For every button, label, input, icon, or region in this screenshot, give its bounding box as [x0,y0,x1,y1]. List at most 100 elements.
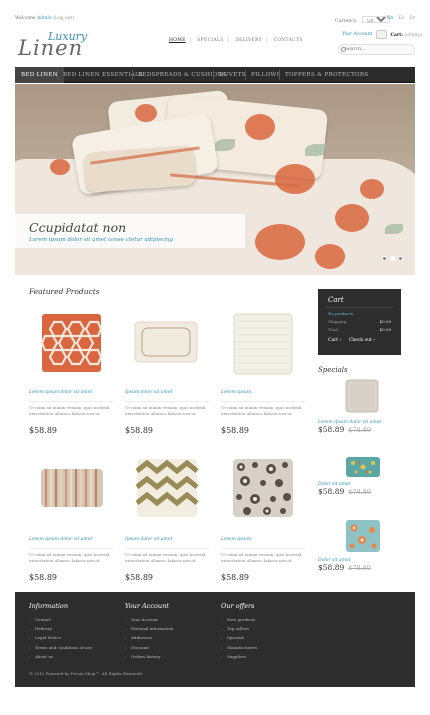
slider-dot[interactable] [382,256,387,261]
lang-fr[interactable]: Fr [410,16,415,21]
menu-duvets[interactable]: DUVETS [219,67,246,83]
leaf-pattern [385,224,403,234]
footer-offers-column: Our offers New products Top sellers Spec… [221,602,257,661]
product-name-link[interactable]: Ipsum dolor sit amet [125,390,172,395]
product-name-link[interactable]: Lorem ipsum dolor sit amet [29,537,92,542]
cart-block: Cart No products Shipping $0.00 Total $0… [318,289,401,355]
search-icon[interactable] [341,47,346,52]
logo-linen-text: Linen [18,36,84,60]
logout-link[interactable]: (Log out) [53,16,74,21]
special-item[interactable]: Dolor sit amet $58.89 $78.89 [318,454,408,496]
menu-divider [245,70,246,80]
footer-link[interactable]: Suppliers [221,652,257,661]
floral-pattern [275,164,315,194]
bordered-pillow-image[interactable] [125,306,210,376]
product-name-link[interactable]: Lorem ipsum [221,537,251,542]
cart-state: (empty) [404,33,423,38]
hexagon-pillow-image[interactable] [29,306,114,376]
cart-block-title: Cart [328,296,344,304]
checkout-button[interactable]: Check out › [349,338,375,343]
slider-subtitle: Lorem ipsum dolor sit amet conse ctetur … [29,237,173,243]
your-account-link[interactable]: Your Account [342,32,372,37]
divider [221,548,306,549]
footer-link[interactable]: Discount [125,643,173,652]
footer-link[interactable]: Delivery [29,624,92,633]
floral-pattern [245,114,275,140]
user-name-link[interactable]: Admin [37,16,52,21]
footer-link[interactable]: About us [29,652,92,661]
cart-empty-text: No products [328,311,354,316]
slider-dot-active[interactable] [390,256,395,261]
shipping-label: Shipping [328,319,347,324]
footer-link[interactable]: Legal Notice [29,633,92,642]
special-teal-pillow-image[interactable] [318,454,408,480]
chevron-pillow-image[interactable] [125,453,210,523]
leaf-pattern [215,139,235,151]
product-price: $58.89 [125,426,153,435]
menu-divider [213,70,214,80]
footer-column-title: Your Account [125,602,169,610]
menu-pillows[interactable]: PILLOWS [251,67,281,83]
shipping-value: $0.00 [379,319,391,324]
footer-link[interactable]: Personal information [125,624,173,633]
footer-account-column: Your Account Your Account Personal infor… [125,602,173,661]
lang-en[interactable]: En [387,16,393,21]
special-plain-pillow-image[interactable] [318,378,408,418]
footer-link[interactable]: Your Account [125,615,173,624]
special-old-price: $78.89 [348,426,371,434]
footer-link[interactable]: Top sellers [221,624,257,633]
cart-total-row: Total $0.00 [328,327,391,332]
special-price: $58.89 [318,425,345,434]
footer-link[interactable]: Specials [221,633,257,642]
menu-divider [57,70,58,80]
product-description: Ut enim ad minim veniam, quis nostrud ex… [221,552,302,563]
cart-shipping-row: Shipping $0.00 [328,319,391,324]
floral-pillow-image[interactable] [221,453,306,523]
cart-button[interactable]: Cart › [328,338,341,343]
total-label: Total [328,327,339,332]
search-box [338,44,415,55]
footer-link[interactable]: Contact [29,615,92,624]
special-price-row: $58.89 $78.89 [318,563,408,572]
special-item[interactable]: Dolor sit amet $58.89 $78.89 [318,516,408,572]
footer: Information Contact Delivery Legal Notic… [15,592,415,687]
nav-home[interactable]: HOME [169,38,186,43]
page: Welcome Admin (Log out) Currency: US Dol… [0,0,430,715]
language-switcher: En Es Fr [383,16,415,21]
footer-link[interactable]: Terms and conditions of use [29,643,92,652]
divider [221,401,306,402]
special-pattern-pillow-image[interactable] [318,516,408,556]
special-price-row: $58.89 $78.89 [318,487,408,496]
footer-column-title: Our offers [221,602,255,610]
header-nav: HOME | SPECIALS | DELIVERY | CONTACTS [169,38,307,43]
footer-column-title: Information [29,602,69,610]
special-item[interactable]: Lorem ipsum dolor sit amet $58.89 $78.89 [318,378,408,434]
menu-toppers-protectors[interactable]: TOPPERS & PROTECTORS [285,67,369,83]
cart-icon [376,30,387,39]
floral-pattern [360,179,384,199]
product-name-link[interactable]: Lorem ipsum [221,390,251,395]
search-input[interactable] [345,45,405,54]
product-name-link[interactable]: Lorem ipsum dolor sit amet [29,390,92,395]
nav-delivery[interactable]: DELIVERY [235,38,262,43]
product-name-link[interactable]: Ipsum dolor sit amet [125,537,172,542]
hero-slider[interactable]: Ccupidatat non Lorem ipsum dolor sit ame… [15,84,415,275]
footer-link[interactable]: Addresses [125,633,173,642]
product-price: $58.89 [29,573,57,582]
floral-pattern [315,244,345,269]
nav-contacts[interactable]: CONTACTS [274,38,303,43]
cart-label: Cart: [390,33,404,38]
footer-link[interactable]: New products [221,615,257,624]
header-cart-link[interactable]: Cart: (empty) [376,30,422,39]
lang-es[interactable]: Es [399,16,405,21]
nav-specials[interactable]: SPECIALS [197,38,223,43]
top-bar: Welcome Admin (Log out) Currency: US Dol… [15,16,415,24]
product-description: Ut enim ad minim veniam, quis nostrud ex… [29,552,110,563]
quilted-pillow-image[interactable] [221,306,306,376]
footer-link[interactable]: Manufacturers [221,643,257,652]
logo[interactable]: Luxury Linen [18,30,108,62]
striped-pillow-image[interactable] [29,453,114,523]
floral-pattern [50,159,70,175]
slider-dot[interactable] [398,256,403,261]
footer-link[interactable]: Orders history [125,652,173,661]
